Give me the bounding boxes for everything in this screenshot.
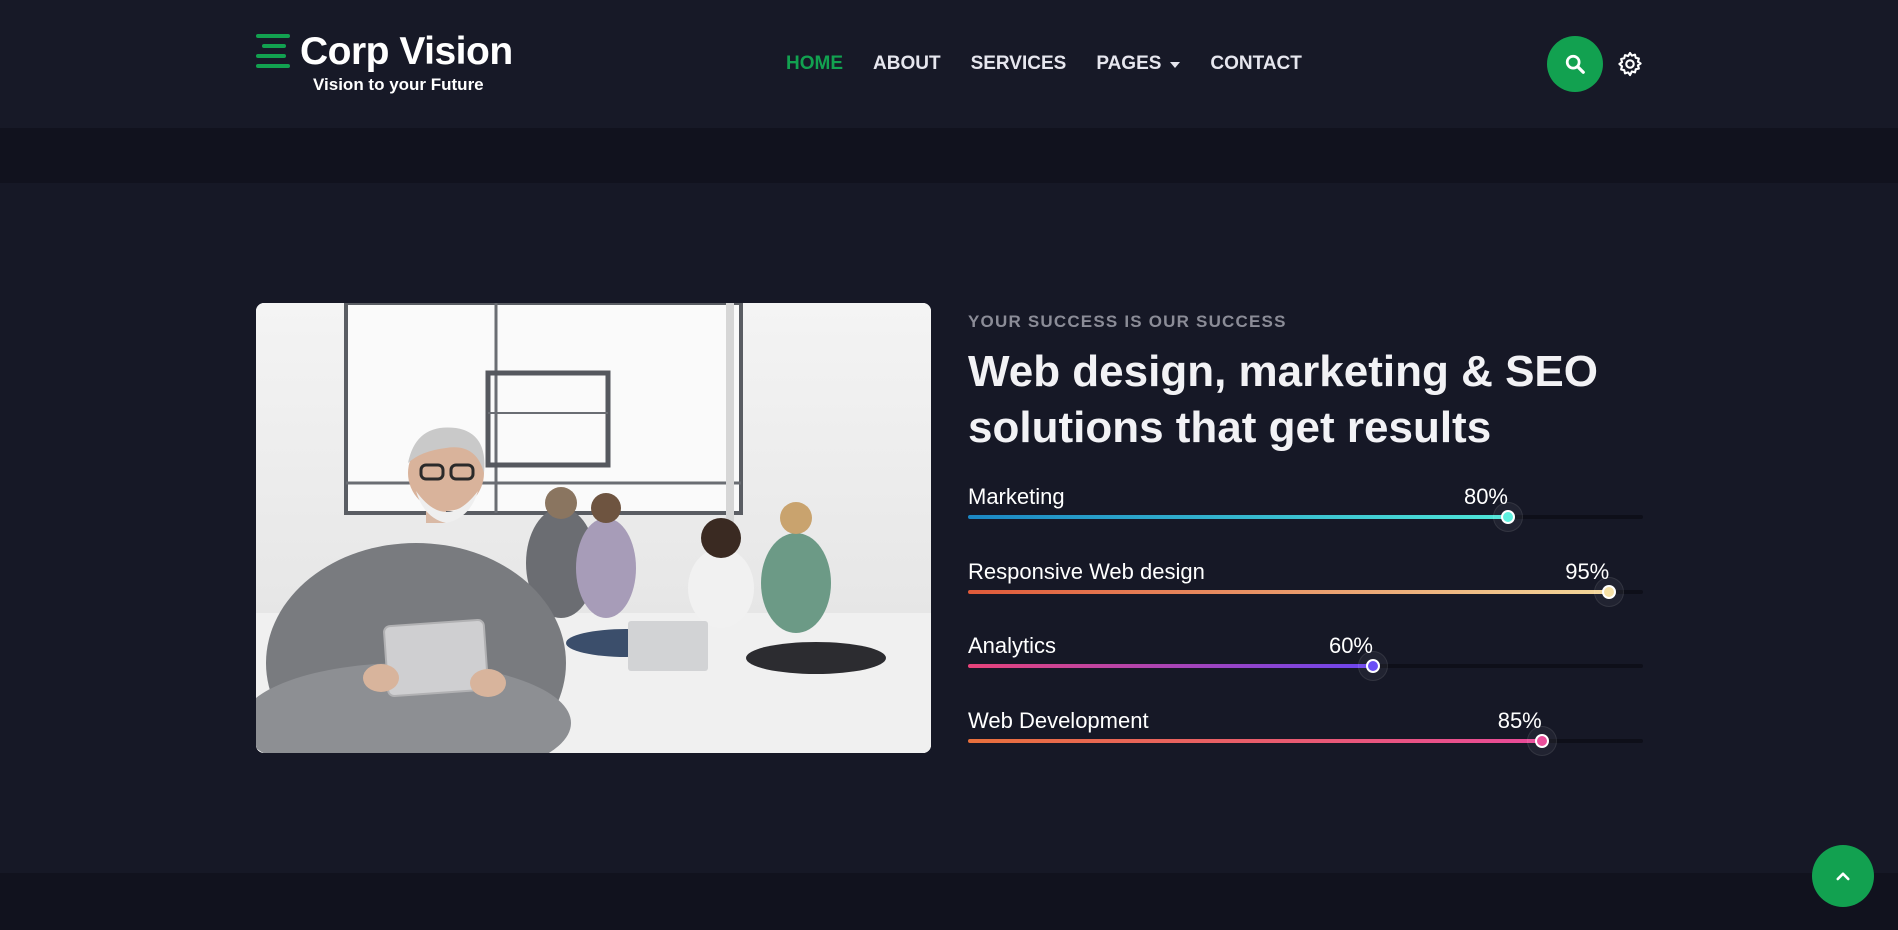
site-header: Corp Vision Vision to your Future HOME A… bbox=[0, 0, 1898, 128]
skill-label: Responsive Web design bbox=[968, 559, 1205, 584]
gear-icon bbox=[1618, 51, 1642, 77]
skill-marketing: Marketing 80% bbox=[968, 484, 1643, 534]
progress-track bbox=[968, 726, 1643, 756]
skill-web-development: Web Development 85% bbox=[968, 708, 1643, 758]
progress-fill bbox=[968, 739, 1542, 743]
nav-contact[interactable]: CONTACT bbox=[1210, 53, 1301, 75]
caret-down-icon bbox=[1170, 62, 1181, 68]
progress-knob[interactable] bbox=[1594, 577, 1625, 607]
search-button[interactable] bbox=[1547, 36, 1603, 92]
scroll-to-top-button[interactable] bbox=[1812, 845, 1874, 907]
nav-home[interactable]: HOME bbox=[786, 53, 843, 75]
logo-mark-icon bbox=[256, 34, 290, 68]
team-photo bbox=[256, 303, 931, 753]
skill-label: Web Development bbox=[968, 708, 1149, 733]
progress-fill bbox=[968, 515, 1508, 519]
brand-tagline: Vision to your Future bbox=[313, 75, 484, 94]
progress-knob[interactable] bbox=[1358, 651, 1388, 681]
progress-knob[interactable] bbox=[1493, 502, 1523, 532]
skill-label: Marketing bbox=[968, 484, 1065, 509]
header-divider-band bbox=[0, 128, 1898, 183]
progress-dot bbox=[1534, 734, 1549, 748]
section-headline: Web design, marketing & SEO solutions th… bbox=[968, 347, 1598, 452]
brand-logo[interactable]: Corp Vision Vision to your Future bbox=[256, 30, 516, 98]
search-icon bbox=[1565, 54, 1585, 74]
progress-fill bbox=[968, 664, 1373, 668]
nav-pages-label: PAGES bbox=[1096, 53, 1162, 74]
skill-label: Analytics bbox=[968, 633, 1057, 658]
brand-name: Corp Vision bbox=[300, 30, 513, 73]
progress-track bbox=[968, 577, 1643, 607]
nav-services[interactable]: SERVICES bbox=[971, 53, 1067, 75]
progress-dot bbox=[1366, 659, 1380, 673]
progress-dot bbox=[1501, 510, 1515, 524]
progress-track bbox=[968, 651, 1643, 681]
nav-about[interactable]: ABOUT bbox=[873, 53, 941, 75]
chevron-up-icon bbox=[1836, 872, 1850, 881]
progress-dot bbox=[1602, 585, 1617, 599]
progress-track bbox=[968, 502, 1643, 532]
progress-fill bbox=[968, 590, 1610, 594]
progress-knob[interactable] bbox=[1526, 726, 1557, 756]
skill-analytics: Analytics 60% bbox=[968, 633, 1643, 683]
footer-band bbox=[0, 873, 1898, 930]
settings-button[interactable] bbox=[1616, 50, 1644, 78]
skill-responsive-web-design: Responsive Web design 95% bbox=[968, 559, 1643, 609]
section-eyebrow: YOUR SUCCESS IS OUR SUCCESS bbox=[968, 312, 1287, 331]
nav-pages[interactable]: PAGES bbox=[1096, 53, 1181, 75]
main-nav: HOME ABOUT SERVICES PAGES CONTACT bbox=[786, 52, 1332, 76]
